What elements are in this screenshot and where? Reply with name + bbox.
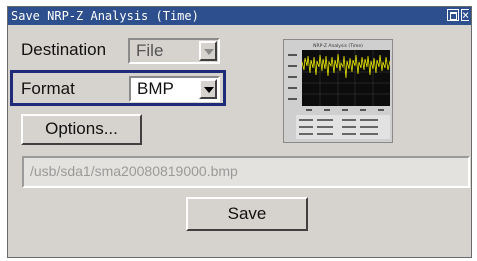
destination-select[interactable]: File — [128, 38, 220, 64]
close-icon[interactable] — [461, 6, 469, 24]
chevron-down-icon[interactable] — [199, 79, 217, 99]
dialog-titlebar[interactable]: Save NRP-Z Analysis (Time) — [8, 6, 471, 25]
options-button-label: Options... — [45, 119, 118, 138]
file-path-field[interactable]: /usb/sda1/sma20080819000.bmp — [22, 156, 470, 188]
maximize-icon[interactable] — [447, 9, 459, 21]
save-button-label: Save — [227, 204, 267, 223]
options-button[interactable]: Options... — [21, 114, 142, 145]
file-path-value: /usb/sda1/sma20080819000.bmp — [30, 163, 238, 179]
destination-label: Destination — [21, 40, 107, 59]
format-label: Format — [21, 79, 75, 98]
format-value: BMP — [137, 79, 174, 98]
dialog-title: Save NRP-Z Analysis (Time) — [11, 9, 199, 23]
format-select[interactable]: BMP — [129, 76, 220, 102]
destination-value: File — [136, 41, 164, 60]
save-button[interactable]: Save — [186, 197, 308, 231]
analysis-preview-thumbnail: NRP-Z Analysis (Time) — [283, 39, 393, 143]
preview-title: NRP-Z Analysis (Time) — [313, 43, 363, 49]
chevron-down-icon[interactable] — [199, 41, 217, 61]
